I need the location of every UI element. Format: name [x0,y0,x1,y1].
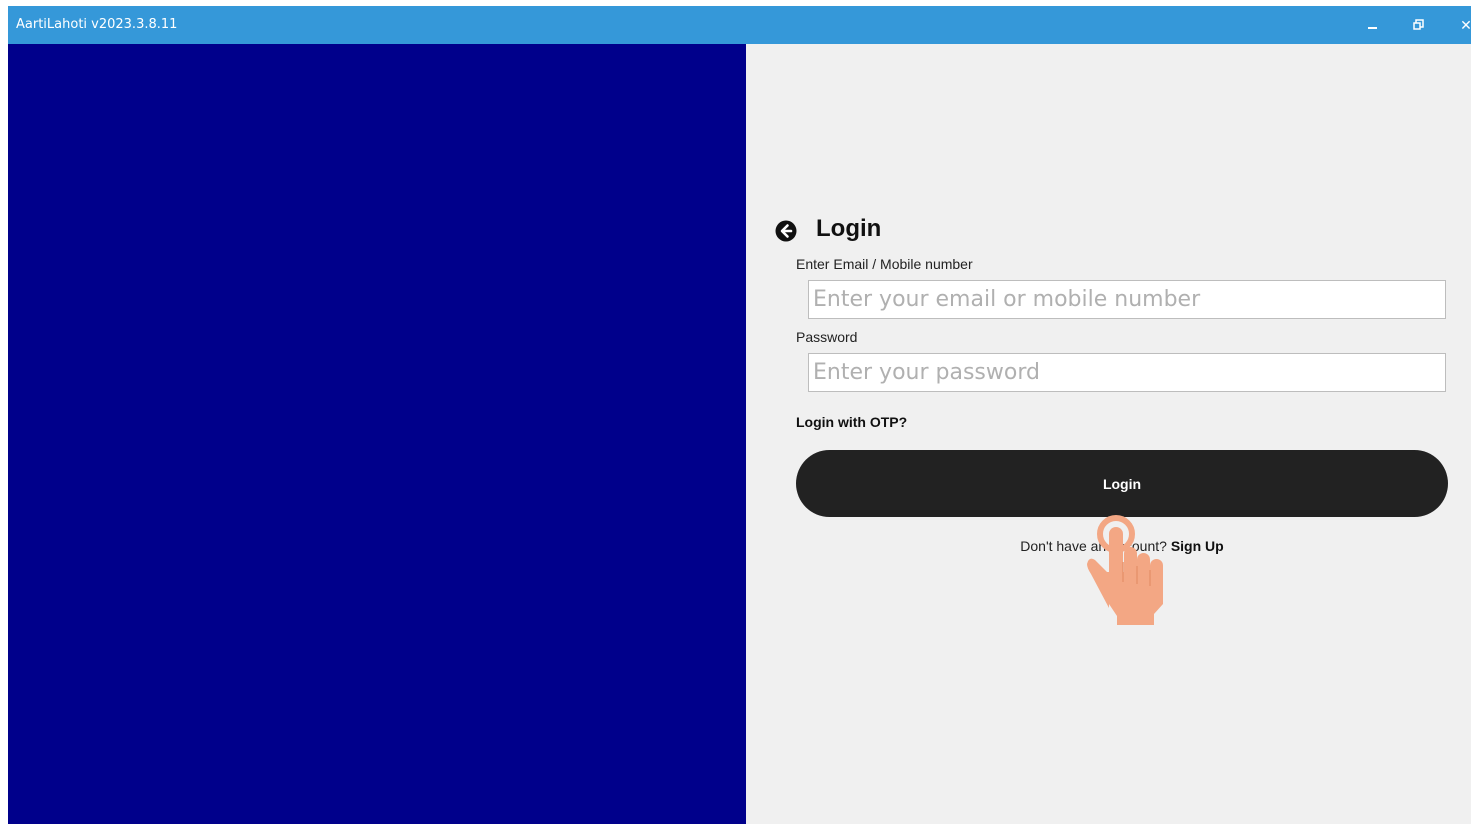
password-field[interactable] [808,353,1446,392]
login-button[interactable]: Login [796,450,1448,517]
sign-up-link[interactable]: Sign Up [1171,538,1224,554]
password-label: Password [796,329,858,345]
email-field[interactable] [808,280,1446,319]
restore-button[interactable] [1407,13,1431,37]
close-button[interactable]: ✕ [1454,13,1471,37]
title-bar: AartiLahoti v2023.3.8.11 ✕ [8,6,1471,44]
arrow-left-circle-icon[interactable] [775,220,797,242]
minimize-button[interactable] [1361,13,1385,37]
login-with-otp-link[interactable]: Login with OTP? [796,414,907,430]
email-label: Enter Email / Mobile number [796,256,973,272]
login-panel: Login Enter Email / Mobile number Passwo… [746,44,1471,824]
left-brand-panel [8,44,746,824]
signup-prompt: Don't have an account? [1020,538,1167,554]
minimize-icon [1368,27,1377,29]
signup-prompt-line: Don't have an account? Sign Up [746,538,1471,554]
app-window: AartiLahoti v2023.3.8.11 ✕ Login Enter E… [8,6,1471,824]
window-title: AartiLahoti v2023.3.8.11 [16,17,178,32]
page-title: Login [816,215,882,242]
restore-icon [1413,19,1424,30]
